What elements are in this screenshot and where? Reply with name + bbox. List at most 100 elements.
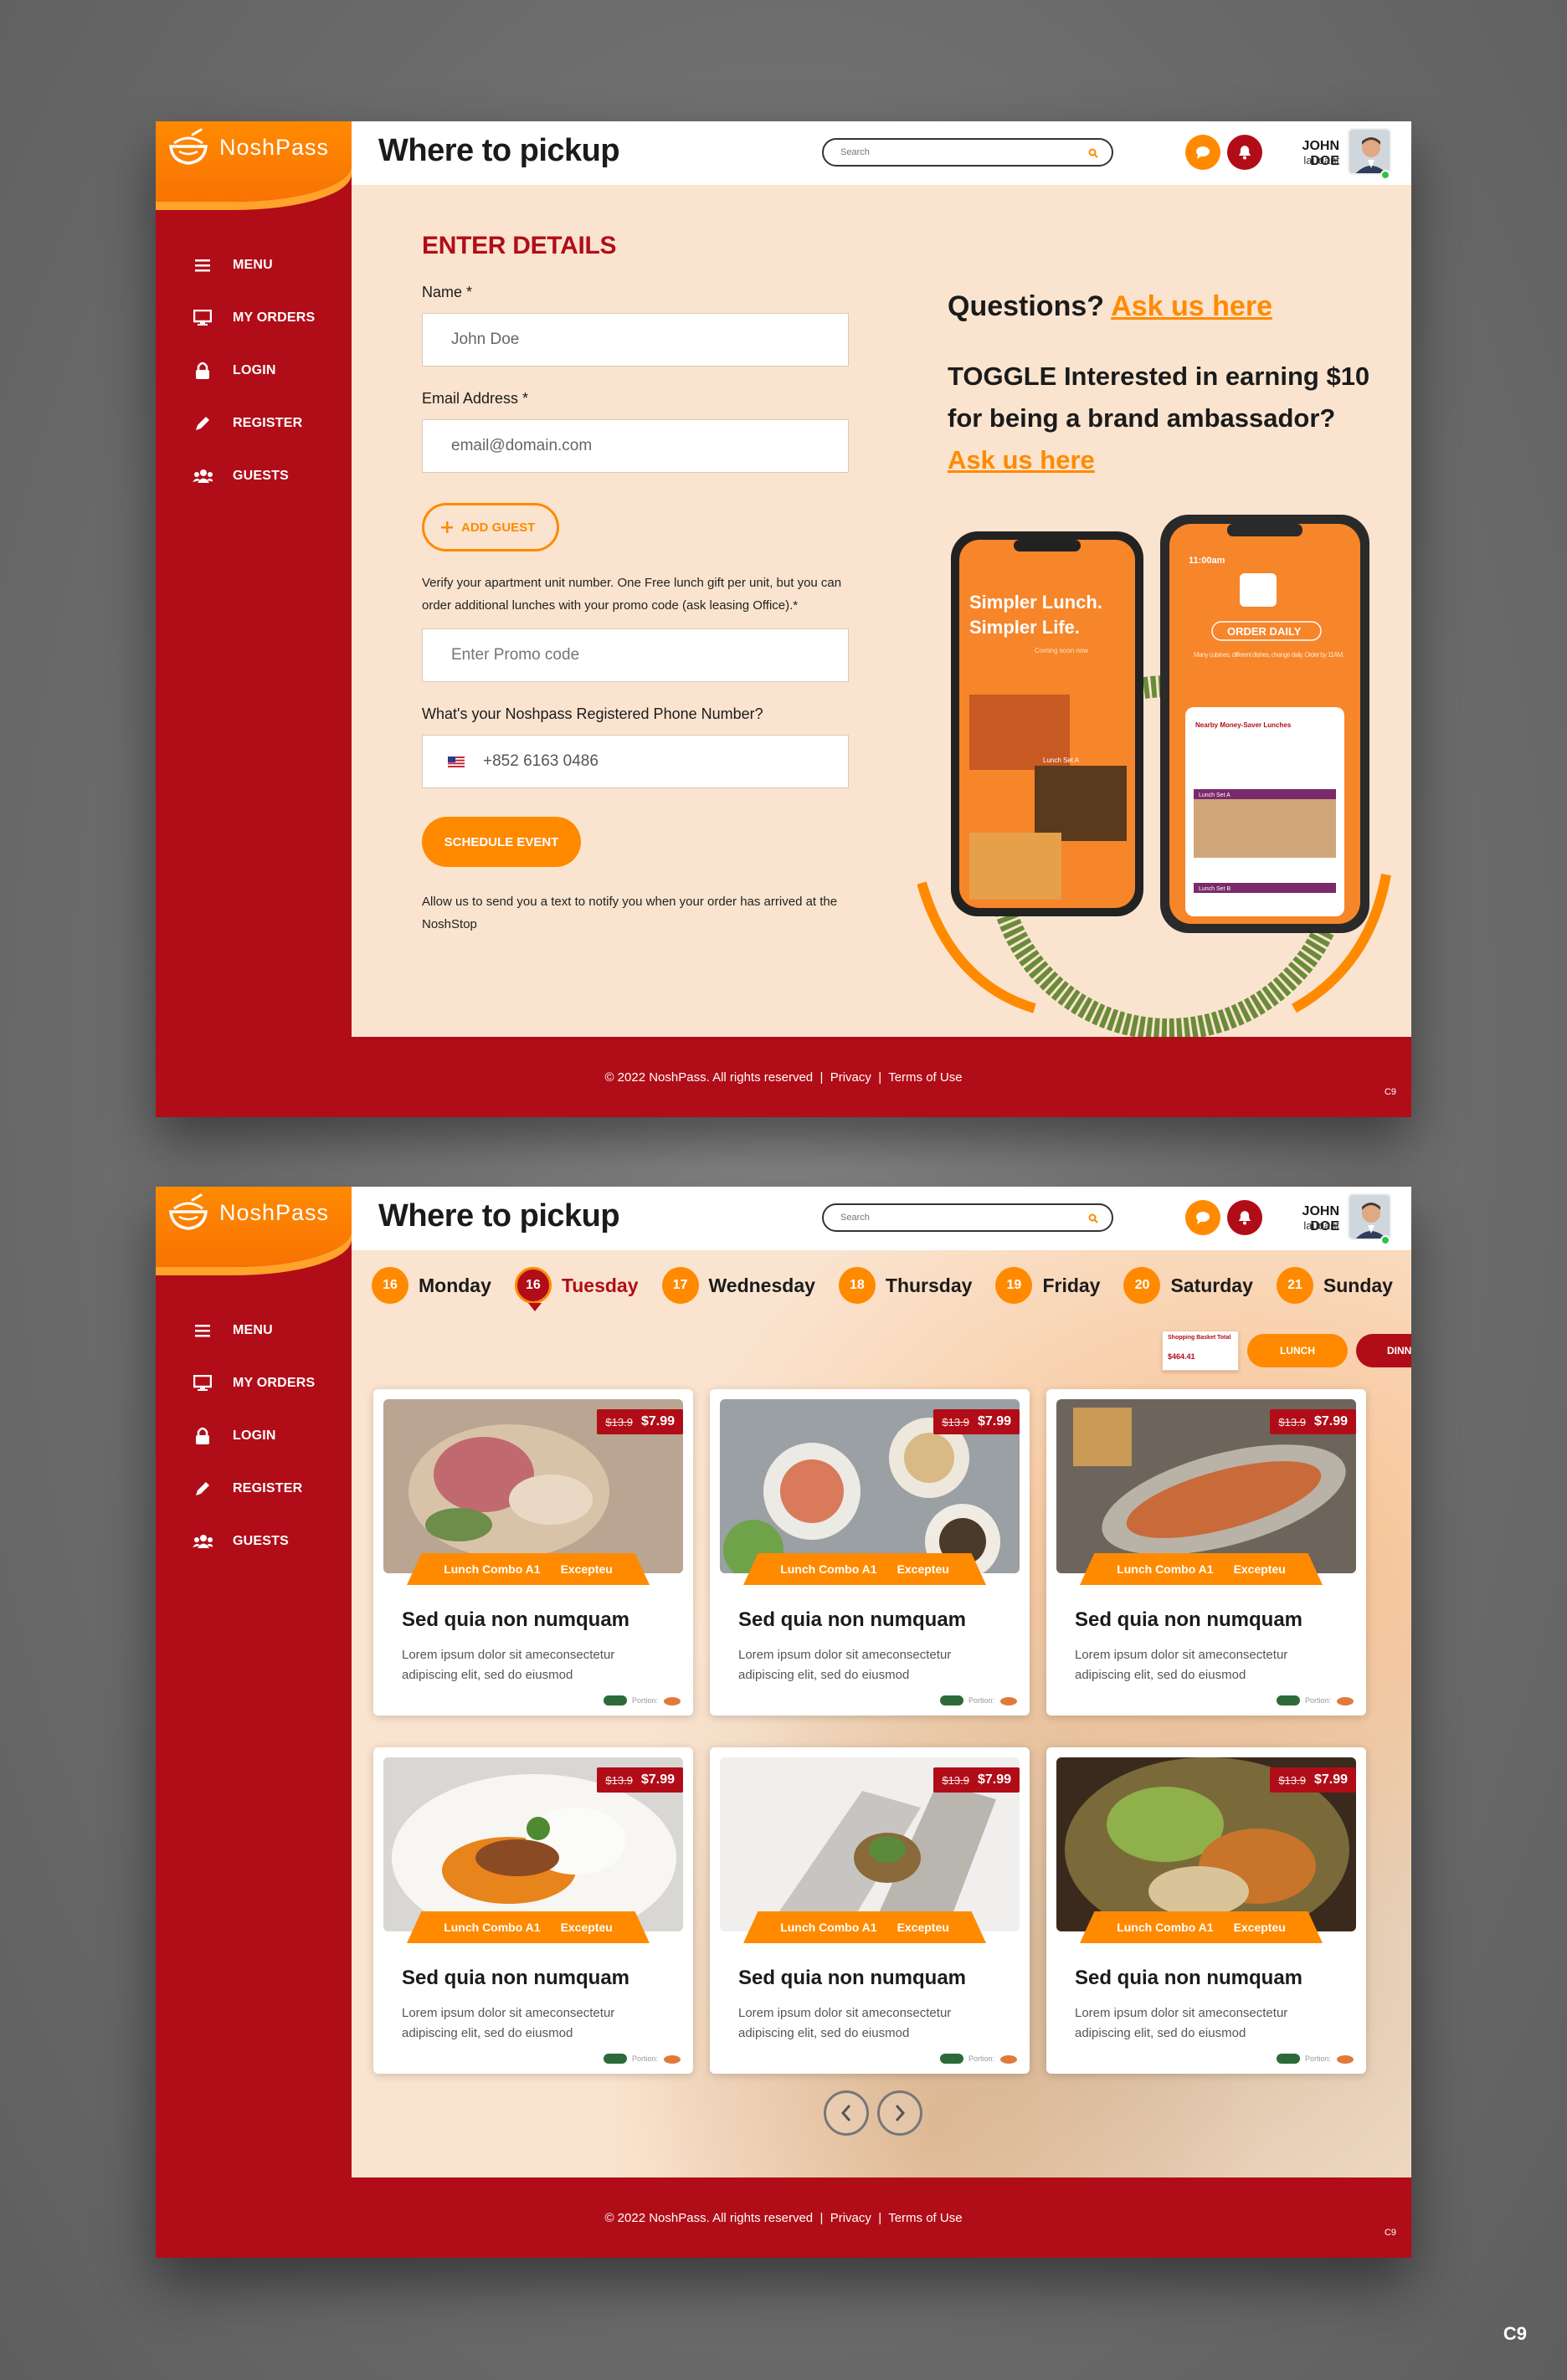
meal-card[interactable]: $13.9 $7.99 Lunch Combo A1 Excepteu Sed … [1046,1747,1366,2074]
food-portion-icon [1337,2055,1354,2064]
monitor-icon [193,1373,213,1393]
hamburger-icon [193,255,213,275]
combo-ribbon: Lunch Combo A1 Excepteu [743,1911,986,1943]
sidebar-item-label: MY ORDERS [233,1375,316,1390]
ambassador-ask-link[interactable]: Ask us here [948,445,1095,474]
day-name: Wednesday [708,1274,815,1296]
plus-icon [441,521,453,533]
terms-link[interactable]: Terms of Use [888,1070,962,1085]
sidebar-item-my-orders[interactable]: MY ORDERS [193,291,315,344]
search-box[interactable] [822,1203,1113,1232]
meal-title: Sed quia non numquam [738,1967,967,1989]
day-name: Monday [419,1274,491,1296]
add-guest-label: ADD GUEST [461,520,536,535]
day-tab-thursday[interactable]: 18 Thursday [838,1267,972,1304]
phone-field[interactable] [422,735,849,788]
sidebar-item-menu[interactable]: MENU [193,239,315,291]
sidebar-item-register[interactable]: REGISTER [193,1462,315,1515]
lock-icon [193,1426,213,1446]
name-field[interactable] [422,313,849,367]
search-input[interactable] [824,1213,1075,1223]
search-icon[interactable] [1088,1213,1098,1228]
chat-icon [1196,146,1210,159]
avatar[interactable] [1348,1193,1391,1240]
meal-card[interactable]: $13.9 $7.99 Lunch Combo A1 Excepteu Sed … [1046,1389,1366,1716]
day-tab-wednesday[interactable]: 17 Wednesday [661,1267,815,1304]
day-number: 19 [995,1267,1033,1304]
lunch-button[interactable]: LUNCH [1247,1334,1348,1367]
basket-summary-card[interactable]: Shopping Basket Total $464.41 [1162,1331,1239,1371]
promo-code-field[interactable] [422,628,849,682]
day-tab-tuesday[interactable]: 16 Tuesday [514,1267,639,1311]
notification-button[interactable] [1227,135,1262,170]
search-input[interactable] [824,147,1075,157]
add-guest-button[interactable]: ADD GUEST [422,503,560,551]
day-tab-friday[interactable]: 19 Friday [995,1267,1100,1304]
old-price: $13.9 [605,1773,633,1787]
notification-button[interactable] [1227,1200,1262,1235]
promo-hint: Verify your apartment unit number. One F… [422,576,842,613]
sidebar-item-menu[interactable]: MENU [193,1304,315,1357]
footer-code: C9 [1384,2228,1396,2238]
combo-tag: Excepteu [897,1921,949,1934]
phone-label: What's your Noshpass Registered Phone Nu… [422,705,763,722]
sidebar-item-login[interactable]: LOGIN [193,344,315,397]
sidebar-item-register[interactable]: REGISTER [193,397,315,449]
phone-input[interactable] [483,752,818,771]
users-icon [193,466,213,486]
day-tab-sunday[interactable]: 21 Sunday [1276,1267,1393,1304]
meal-card[interactable]: $13.9 $7.99 Lunch Combo A1 Excepteu Sed … [710,1389,1030,1716]
details-form: ENTER DETAILS Name * Email Address * ADD… [422,232,857,936]
sidebar-menu: MENU MY ORDERS LOGIN REGISTER GUESTS [193,1304,315,1567]
section-title: ENTER DETAILS [422,232,617,259]
right-phone-food-image [1194,799,1336,858]
meal-card[interactable]: $13.9 $7.99 Lunch Combo A1 Excepteu Sed … [710,1747,1030,2074]
dinner-button[interactable]: DINNER [1356,1334,1411,1367]
chat-button[interactable] [1185,135,1220,170]
day-tab-monday[interactable]: 16 Monday [372,1267,491,1304]
pencil-icon [193,1479,213,1499]
page-code: C9 [1503,2323,1527,2344]
new-price: $7.99 [1313,1414,1348,1429]
chat-button[interactable] [1185,1200,1220,1235]
privacy-link[interactable]: Privacy [830,2211,871,2225]
meal-toggle: Shopping Basket Total $464.41 LUNCH DINN… [1162,1331,1411,1371]
terms-link[interactable]: Terms of Use [888,2211,962,2225]
ask-us-link[interactable]: Ask us here [1111,290,1272,322]
combo-tag: Excepteu [897,1562,949,1576]
schedule-event-button[interactable]: SCHEDULE EVENT [422,817,581,867]
meal-card[interactable]: $13.9 $7.99 Lunch Combo A1 Excepteu Sed … [373,1747,693,2074]
privacy-link[interactable]: Privacy [830,1070,871,1085]
price-tag: $13.9 $7.99 [933,1767,1020,1793]
prev-page-button[interactable] [824,2090,869,2136]
search-icon[interactable] [1088,147,1098,162]
next-page-button[interactable] [877,2090,922,2136]
sidebar-item-my-orders[interactable]: MY ORDERS [193,1357,315,1409]
user-role: laudant [1303,1219,1339,1232]
day-number: 21 [1276,1267,1313,1304]
combo-ribbon: Lunch Combo A1 Excepteu [407,1553,650,1585]
us-flag-icon[interactable] [448,756,465,767]
logo[interactable]: NoshPass [156,121,352,202]
email-field[interactable] [422,419,849,473]
day-name: Sunday [1323,1274,1393,1296]
day-tab-saturday[interactable]: 20 Saturday [1123,1267,1253,1304]
search-box[interactable] [822,138,1113,167]
sidebar-item-guests[interactable]: GUESTS [193,449,315,502]
new-price: $7.99 [1313,1772,1348,1787]
avatar[interactable] [1348,128,1391,175]
price-tag: $13.9 $7.99 [1270,1767,1356,1793]
monitor-icon [193,308,213,328]
sidebar-item-login[interactable]: LOGIN [193,1409,315,1462]
topbar: Where to pickup JOHN DOE laudant [352,121,1411,185]
sidebar-item-label: GUESTS [233,1533,289,1548]
sidebar-item-guests[interactable]: GUESTS [193,1515,315,1567]
meal-card[interactable]: $13.9 $7.99 Lunch Combo A1 Excepteu Sed … [373,1389,693,1716]
sidebar-item-label: LOGIN [233,1428,276,1443]
meal-description: Lorem ipsum dolor sit ameconsectetur adi… [402,2006,615,2040]
right-phone-calendar [1240,573,1277,607]
veg-badge [1276,2054,1300,2064]
logo[interactable]: NoshPass [156,1187,352,1267]
day-number: 18 [838,1267,876,1304]
chevron-right-icon [895,2105,906,2121]
